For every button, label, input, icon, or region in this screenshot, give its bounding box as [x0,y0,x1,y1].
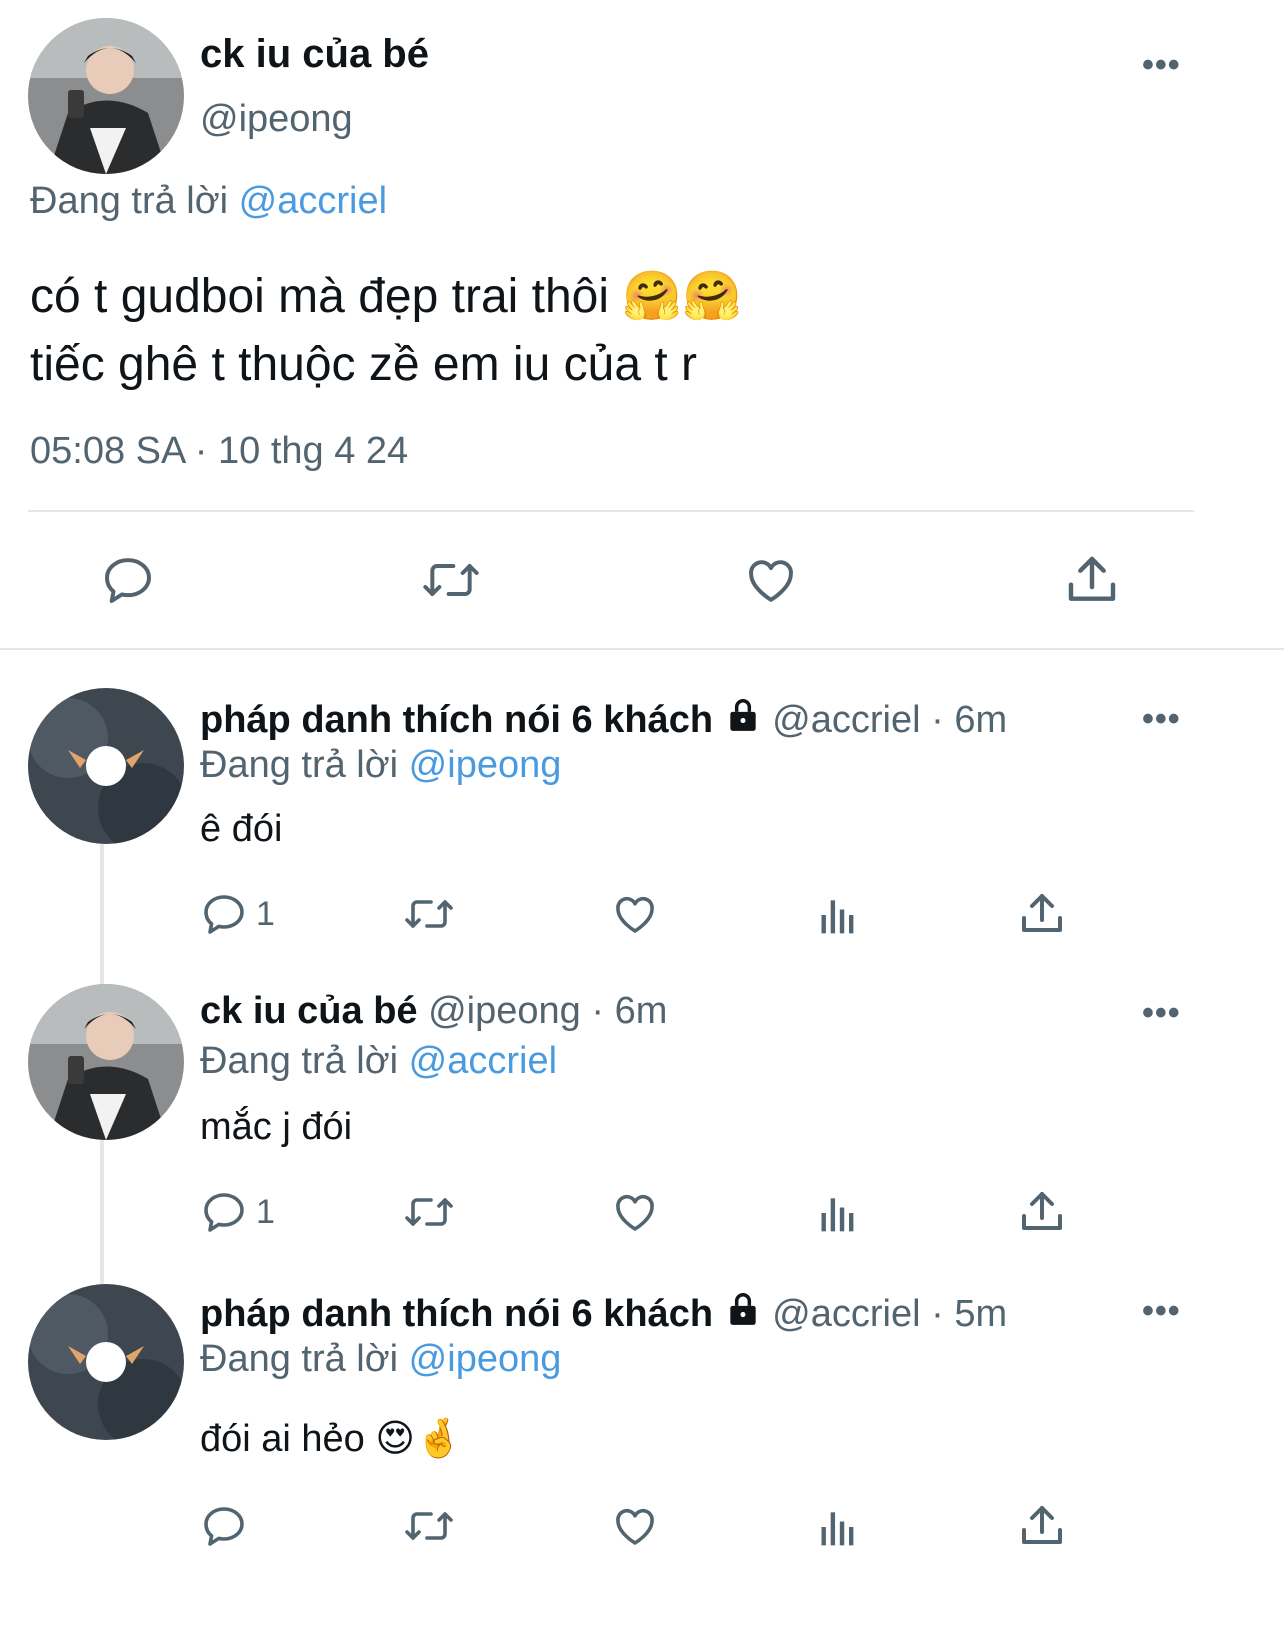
views-icon[interactable] [816,1504,860,1550]
views-icon[interactable] [816,892,860,938]
handle-time[interactable]: @accriel · 5m [772,1293,1007,1335]
retweet-icon[interactable] [420,552,482,608]
display-name[interactable]: ck iu của bé [200,990,418,1032]
handle-time[interactable]: @accriel · 6m [772,699,1007,741]
reply-icon[interactable] [100,552,156,608]
tweet-line-2: tiếc ghê t thuộc zề em iu của t r [30,338,698,391]
handle[interactable]: @ipeong [200,98,353,141]
like-icon[interactable] [610,1502,660,1550]
more-options-icon[interactable]: ••• [1142,1292,1181,1331]
retweet-icon[interactable] [402,1502,456,1550]
reply-text: ê đói [200,808,283,850]
tweet-text: có t gudboi mà đẹp trai thôi 🤗🤗 tiếc ghê… [30,262,742,399]
more-options-icon[interactable]: ••• [1142,994,1181,1033]
reply-icon[interactable]: 1 [200,890,275,938]
divider [28,510,1194,512]
section-divider [0,648,1284,650]
hug-emoji: 🤗🤗 [622,268,742,324]
reply-context: Đang trả lời @ipeong [200,1338,561,1381]
display-name[interactable]: pháp danh thích nói 6 khách [200,1293,713,1335]
reply-text: mắc j đói [200,1106,353,1148]
reply-icon[interactable] [200,1502,256,1550]
reply-prefix: Đang trả lời [200,1338,399,1380]
views-icon[interactable] [816,1190,860,1236]
retweet-icon[interactable] [402,1188,456,1236]
reply-context: Đang trả lời @accriel [30,180,387,223]
display-name[interactable]: ck iu của bé [200,32,429,77]
more-options-icon[interactable]: ••• [1142,46,1181,85]
share-icon[interactable] [1018,1188,1066,1236]
reply-prefix: Đang trả lời [30,180,229,222]
avatar-accriel[interactable] [28,688,184,844]
tweet-line-1: có t gudboi mà đẹp trai thôi 🤗🤗 [30,268,742,324]
reply-header: pháp danh thích nói 6 khách @accriel · 5… [200,1290,1007,1338]
reply-to-link[interactable]: @ipeong [409,744,562,786]
share-icon[interactable] [1064,552,1120,608]
share-icon[interactable] [1018,1502,1066,1550]
timestamp[interactable]: 05:08 SA · 10 thg 4 24 [30,430,408,473]
retweet-icon[interactable] [402,890,456,938]
reply-header: ck iu của bé @ipeong · 6m [200,990,667,1033]
handle-time[interactable]: @ipeong · 6m [428,990,667,1032]
like-icon[interactable] [610,890,660,938]
reply-header: pháp danh thích nói 6 khách @accriel · 6… [200,696,1007,744]
reply-context: Đang trả lời @accriel [200,1040,557,1083]
reply-count: 1 [256,1192,275,1231]
display-name[interactable]: pháp danh thích nói 6 khách [200,699,713,741]
reply-context: Đang trả lời @ipeong [200,744,561,787]
reply-text: đói ai hẻo 😍🤞 [200,1416,463,1460]
lock-icon [724,696,762,744]
like-icon[interactable] [742,552,800,608]
reply-to-link[interactable]: @accriel [409,1040,557,1082]
share-icon[interactable] [1018,890,1066,938]
avatar-accriel[interactable] [28,1284,184,1440]
reply-prefix: Đang trả lời [200,1040,399,1082]
reply-to-link[interactable]: @accriel [239,180,387,222]
avatar-ipeong[interactable] [28,18,184,174]
reply-icon[interactable]: 1 [200,1188,275,1236]
emoji: 😍🤞 [375,1416,463,1460]
like-icon[interactable] [610,1188,660,1236]
reply-to-link[interactable]: @ipeong [409,1338,562,1380]
more-options-icon[interactable]: ••• [1142,700,1181,739]
reply-prefix: Đang trả lời [200,744,399,786]
avatar-ipeong[interactable] [28,984,184,1140]
reply-count: 1 [256,894,275,933]
lock-icon [724,1290,762,1338]
